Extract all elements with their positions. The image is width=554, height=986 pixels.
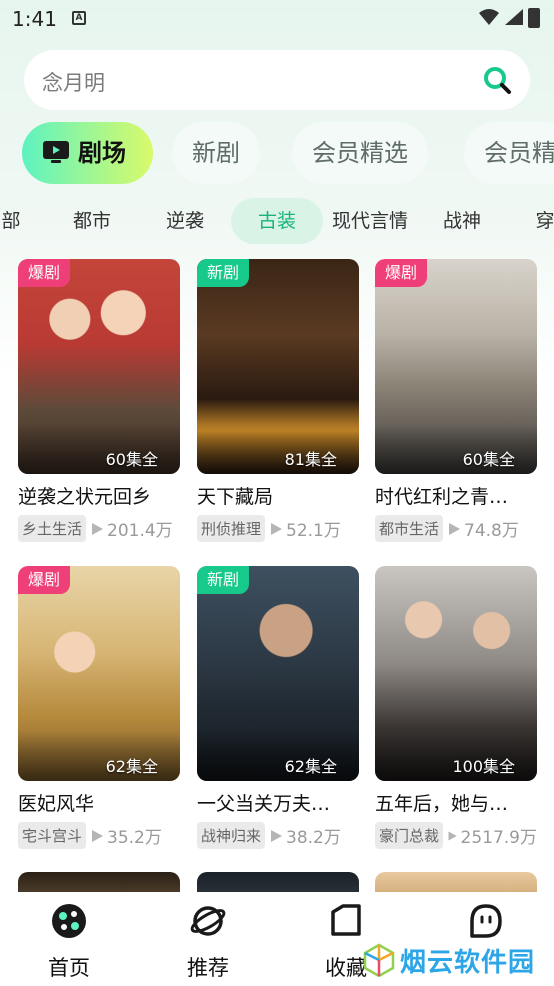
drama-meta: 宅斗宫斗 35.2万 — [18, 822, 180, 849]
view-count: 38.2万 — [286, 828, 341, 848]
genre-tag: 乡土生活 — [18, 515, 87, 542]
battery-icon — [528, 8, 540, 28]
drama-meta: 刑侦推理 52.1万 — [197, 515, 359, 542]
search-placeholder: 念月明 — [42, 71, 105, 95]
hot-badge: 爆剧 — [18, 566, 71, 594]
episode-count: 81集全 — [284, 450, 337, 469]
drama-card[interactable]: 100集全 五年后，她与… 豪门总裁 2517.9万 — [375, 566, 537, 849]
play-icon — [92, 522, 104, 535]
play-icon — [271, 522, 283, 535]
genre-tag: 战神归来 — [197, 822, 266, 849]
drama-title[interactable]: 五年后，她与… — [375, 789, 550, 816]
drama-card[interactable]: 新剧 81集全 天下藏局 刑侦推理 52.1万 — [197, 259, 359, 542]
genre-tag: 豪门总裁 — [375, 822, 444, 849]
episode-count: 60集全 — [462, 450, 515, 469]
drama-title[interactable]: 医妃风华 — [18, 789, 193, 816]
play-icon — [271, 829, 283, 842]
genre-tag: 刑侦推理 — [197, 515, 266, 542]
tab-label: 新剧 — [192, 139, 240, 167]
tab-new-drama[interactable]: 新剧 — [172, 122, 260, 184]
watermark-logo-icon — [363, 943, 395, 977]
category-item[interactable]: 穿 — [530, 198, 554, 244]
status-bar: 1:41 A — [0, 0, 554, 40]
new-badge: 新剧 — [197, 566, 250, 594]
drama-card[interactable]: 新剧 62集全 一父当关万夫… 战神归来 38.2万 — [197, 566, 359, 849]
episode-count: 100集全 — [452, 757, 515, 776]
watermark-text: 烟云软件园 — [400, 947, 536, 978]
drama-meta: 都市生活 74.8万 — [375, 515, 537, 542]
drama-poster[interactable]: 爆剧 60集全 — [18, 259, 180, 474]
category-item[interactable]: 部 — [0, 198, 22, 244]
view-count: 201.4万 — [107, 521, 173, 541]
new-badge: 新剧 — [197, 259, 250, 287]
tab-label: 会员精 — [484, 139, 554, 167]
tab-member-more[interactable]: 会员精 — [464, 122, 554, 184]
home-icon — [52, 904, 86, 938]
tab-label: 剧场 — [78, 139, 126, 167]
view-count: 2517.9万 — [460, 828, 537, 848]
category-item-active[interactable]: 古装 — [231, 198, 323, 244]
notification-icon: A — [72, 11, 86, 25]
hot-badge: 爆剧 — [18, 259, 71, 287]
category-item[interactable]: 逆袭 — [155, 198, 215, 244]
drama-card[interactable]: 爆剧 60集全 逆袭之状元回乡 乡土生活 201.4万 — [18, 259, 180, 542]
nav-recommend[interactable]: 推荐 — [168, 902, 248, 982]
tab-member-picks[interactable]: 会员精选 — [292, 122, 428, 184]
drama-poster[interactable]: 新剧 62集全 — [197, 566, 359, 781]
drama-poster[interactable]: 爆剧 60集全 — [375, 259, 537, 474]
drama-poster-partial[interactable] — [18, 872, 180, 892]
nav-home[interactable]: 首页 — [29, 902, 109, 982]
category-item[interactable]: 战神 — [432, 198, 492, 244]
nav-label: 首页 — [48, 956, 90, 980]
wifi-icon — [479, 9, 499, 25]
drama-title[interactable]: 一父当关万夫… — [197, 789, 372, 816]
view-count: 52.1万 — [286, 521, 341, 541]
drama-card[interactable]: 爆剧 60集全 时代红利之青… 都市生活 74.8万 — [375, 259, 537, 542]
watermark: 烟云软件园 — [362, 940, 535, 980]
drama-title[interactable]: 时代红利之青… — [375, 482, 550, 509]
play-icon — [449, 522, 461, 535]
genre-tag: 宅斗宫斗 — [18, 822, 87, 849]
main-tabs: 剧场 新剧 会员精选 会员精 — [22, 122, 554, 184]
episode-count: 62集全 — [284, 757, 337, 776]
search-input[interactable]: 念月明 — [24, 50, 530, 110]
view-count: 74.8万 — [464, 521, 519, 541]
episode-count: 62集全 — [105, 757, 158, 776]
drama-poster-partial[interactable] — [375, 872, 537, 892]
play-icon — [448, 831, 457, 840]
drama-meta: 战神归来 38.2万 — [197, 822, 359, 849]
category-bar: 部 都市 逆袭 古装 现代言情 战神 穿 — [0, 198, 554, 244]
drama-poster-partial[interactable] — [197, 872, 359, 892]
status-icons — [478, 8, 540, 28]
status-time: 1:41 — [12, 7, 57, 31]
signal-icon — [505, 9, 523, 25]
view-count: 35.2万 — [107, 828, 162, 848]
search-icon[interactable] — [482, 65, 512, 95]
tab-theater[interactable]: 剧场 — [22, 122, 153, 184]
play-icon — [92, 829, 104, 842]
hot-badge: 爆剧 — [375, 259, 428, 287]
profile-icon — [470, 904, 502, 938]
category-item[interactable]: 现代言情 — [326, 198, 414, 244]
planet-icon — [190, 906, 226, 936]
drama-title[interactable]: 天下藏局 — [197, 482, 372, 509]
drama-poster[interactable]: 爆剧 62集全 — [18, 566, 180, 781]
nav-label: 推荐 — [187, 956, 229, 980]
drama-poster[interactable]: 新剧 81集全 — [197, 259, 359, 474]
drama-meta: 豪门总裁 2517.9万 — [375, 822, 537, 849]
tab-label: 会员精选 — [312, 139, 408, 167]
drama-meta: 乡土生活 201.4万 — [18, 515, 180, 542]
drama-title[interactable]: 逆袭之状元回乡 — [18, 482, 193, 509]
episode-count: 60集全 — [105, 450, 158, 469]
category-item[interactable]: 都市 — [62, 198, 122, 244]
genre-tag: 都市生活 — [375, 515, 444, 542]
drama-poster[interactable]: 100集全 — [375, 566, 537, 781]
drama-card[interactable]: 爆剧 62集全 医妃风华 宅斗宫斗 35.2万 — [18, 566, 180, 849]
folder-icon — [331, 904, 361, 936]
tv-icon — [43, 141, 69, 163]
